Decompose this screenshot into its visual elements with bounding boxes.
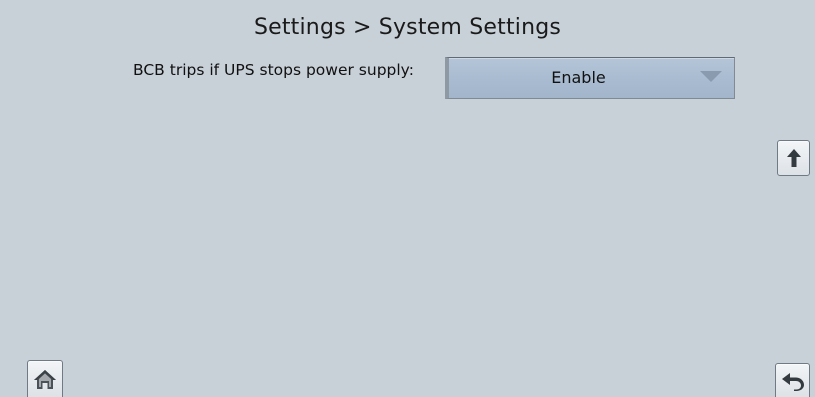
bcb-trip-setting-label: BCB trips if UPS stops power supply: xyxy=(133,61,414,79)
scroll-up-button[interactable] xyxy=(777,140,810,176)
arrow-up-icon xyxy=(786,149,801,167)
home-icon xyxy=(34,370,56,389)
bcb-trip-dropdown[interactable]: Enable xyxy=(445,57,735,99)
dropdown-selected-value: Enable xyxy=(551,68,606,87)
page-title: Settings > System Settings xyxy=(253,15,562,40)
screen: Settings > System Settings BCB trips if … xyxy=(0,0,815,397)
back-arrow-icon xyxy=(781,372,804,391)
back-button[interactable] xyxy=(775,363,810,397)
chevron-down-icon xyxy=(700,71,722,82)
home-button[interactable] xyxy=(27,360,63,397)
